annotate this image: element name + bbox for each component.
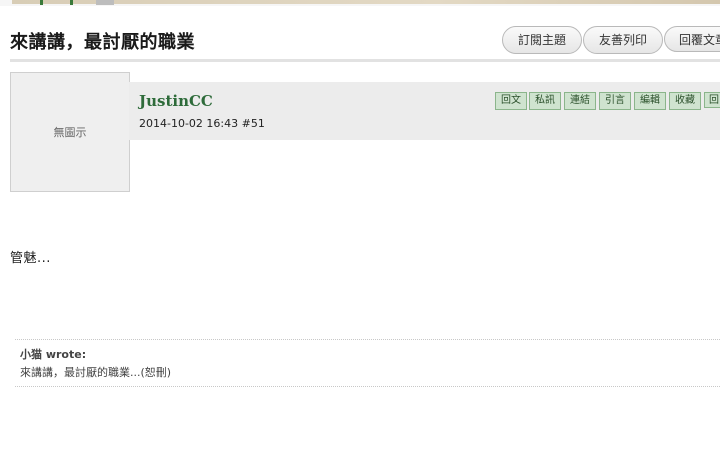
subscribe-button[interactable]: 訂閱主題 <box>502 26 582 54</box>
print-button[interactable]: 友善列印 <box>583 26 663 54</box>
post-body: 管魅... <box>10 251 51 266</box>
thread-title: 來講講，最討厭的職業 <box>10 32 195 53</box>
title-divider <box>10 59 720 62</box>
private-message-button[interactable]: 私訊 <box>529 92 561 110</box>
quote-author: 小猫 wrote: <box>20 348 87 361</box>
quote-text: 來講講，最討厭的職業...(恕刪) <box>20 366 172 379</box>
quote-button[interactable]: 引言 <box>599 92 631 110</box>
post-author[interactable]: JustinCC <box>139 92 213 110</box>
banner-mark <box>40 0 43 5</box>
avatar: 無圖示 <box>10 72 130 192</box>
banner-mark <box>96 0 114 5</box>
post-header: JustinCC 2014-10-02 16:43 #51 回文 私訊 連結 引… <box>129 82 720 140</box>
avatar-placeholder-text: 無圖示 <box>53 126 87 139</box>
top-banner <box>0 0 720 6</box>
banner-strip <box>12 0 720 4</box>
permalink-button[interactable]: 連結 <box>564 92 596 110</box>
banner-mark <box>70 0 73 5</box>
quote-block: 小猫 wrote: 來講講，最討厭的職業...(恕刪) <box>15 339 720 387</box>
reply-thread-button[interactable]: 回覆文章 <box>664 26 720 52</box>
post-actions: 回文 私訊 連結 引言 編輯 收藏 回 <box>495 92 720 110</box>
bookmark-button[interactable]: 收藏 <box>669 92 701 110</box>
edit-button[interactable]: 編輯 <box>634 92 666 110</box>
post-meta: 2014-10-02 16:43 #51 <box>139 117 265 130</box>
reply-button[interactable]: 回文 <box>495 92 527 110</box>
report-button[interactable]: 回 <box>704 92 720 108</box>
